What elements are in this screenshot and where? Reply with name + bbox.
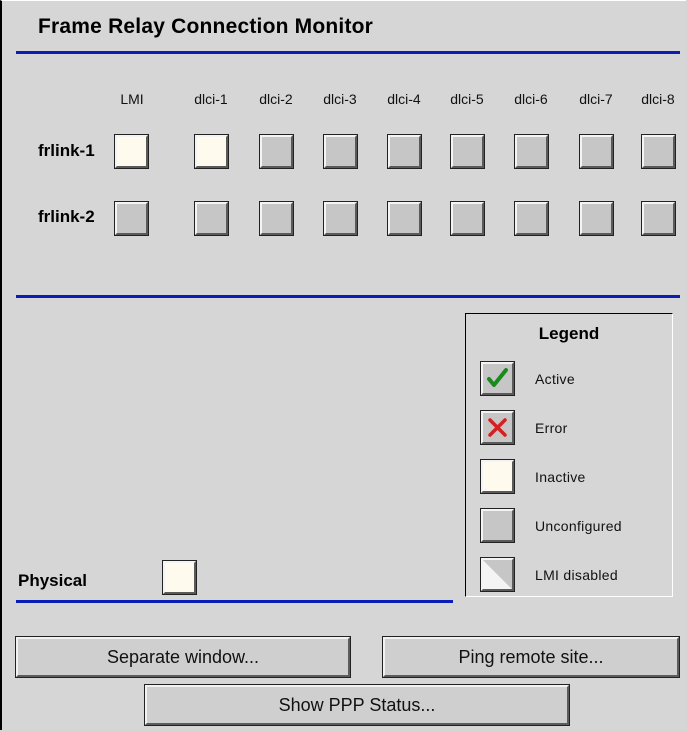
status-cell-frlink-1-dlci-1 — [194, 134, 229, 169]
column-header-dlci-2: dlci-2 — [259, 91, 293, 107]
row-label-frlink-2: frlink-2 — [38, 207, 95, 226]
legend-active-swatch — [480, 361, 515, 396]
status-cell-frlink-2-dlci-4 — [387, 201, 422, 236]
status-cell-frlink-2-dlci-1 — [194, 201, 229, 236]
status-cell-frlink-1-dlci-7 — [579, 134, 614, 169]
physical-divider — [16, 600, 453, 603]
column-header-dlci-3: dlci-3 — [323, 91, 357, 107]
status-cell-frlink-2-dlci-3 — [323, 201, 358, 236]
legend-label-unconfigured: Unconfigured — [535, 518, 622, 534]
physical-status-box — [162, 560, 197, 595]
status-cell-frlink-2-dlci-7 — [579, 201, 614, 236]
status-cell-frlink-2-dlci-2 — [259, 201, 294, 236]
status-cell-frlink-1-dlci-3 — [323, 134, 358, 169]
legend-unconfigured-swatch — [480, 508, 515, 543]
lmi-disabled-icon — [483, 560, 512, 589]
check-icon — [487, 368, 508, 387]
column-header-dlci-4: dlci-4 — [387, 91, 421, 107]
column-header-dlci-1: dlci-1 — [194, 91, 228, 107]
page-title: Frame Relay Connection Monitor — [38, 15, 374, 38]
legend-label-active: Active — [535, 371, 575, 387]
status-cell-frlink-2-LMI — [114, 201, 149, 236]
status-cell-frlink-2-dlci-5 — [450, 201, 485, 236]
status-cell-frlink-1-dlci-5 — [450, 134, 485, 169]
monitor-panel: Frame Relay Connection Monitor LMI dlci-… — [0, 0, 686, 730]
row-label-frlink-1: frlink-1 — [38, 141, 95, 160]
column-header-dlci-8: dlci-8 — [641, 91, 675, 107]
status-cell-frlink-1-dlci-6 — [514, 134, 549, 169]
legend-box: Legend Active Error Inactive Unconfigure… — [465, 313, 673, 597]
legend-label-inactive: Inactive — [535, 469, 586, 485]
column-header-lmi: LMI — [120, 91, 144, 107]
separate-window-button[interactable]: Separate window... — [15, 636, 351, 678]
column-header-dlci-7: dlci-7 — [579, 91, 613, 107]
status-cell-frlink-1-LMI — [114, 134, 149, 169]
ping-remote-site-button[interactable]: Ping remote site... — [382, 636, 680, 678]
status-cell-frlink-1-dlci-2 — [259, 134, 294, 169]
legend-error-swatch — [480, 410, 515, 445]
status-cell-frlink-1-dlci-4 — [387, 134, 422, 169]
legend-label-lmi-disabled: LMI disabled — [535, 567, 618, 583]
show-ppp-status-button[interactable]: Show PPP Status... — [144, 684, 570, 726]
legend-label-error: Error — [535, 420, 568, 436]
physical-label: Physical — [18, 571, 87, 590]
column-header-dlci-6: dlci-6 — [514, 91, 548, 107]
status-cell-frlink-2-dlci-6 — [514, 201, 549, 236]
title-divider — [16, 51, 680, 54]
legend-title: Legend — [538, 324, 600, 343]
legend-lmi-disabled-swatch — [480, 557, 515, 592]
x-icon — [488, 418, 507, 437]
status-cell-frlink-1-dlci-8 — [641, 134, 676, 169]
status-cell-frlink-2-dlci-8 — [641, 201, 676, 236]
column-header-dlci-5: dlci-5 — [450, 91, 484, 107]
grid-divider — [16, 295, 680, 298]
legend-inactive-swatch — [480, 459, 515, 494]
